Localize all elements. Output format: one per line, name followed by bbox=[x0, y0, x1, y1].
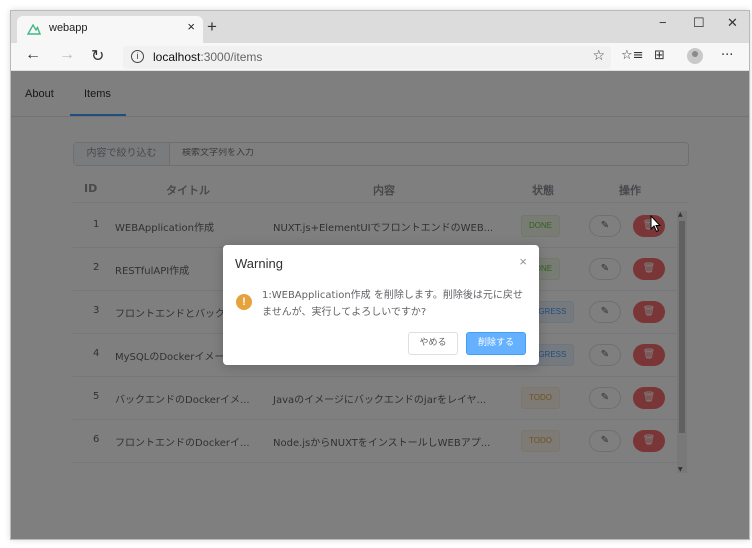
more-icon[interactable]: ··· bbox=[721, 48, 733, 63]
nuxt-favicon-icon bbox=[27, 23, 41, 35]
window-close-icon[interactable]: ✕ bbox=[727, 15, 738, 31]
dialog-close-icon[interactable]: × bbox=[519, 254, 527, 269]
tab-close-icon[interactable]: × bbox=[187, 19, 195, 34]
refresh-icon[interactable]: ↻ bbox=[91, 46, 104, 66]
confirm-delete-button[interactable]: 削除する bbox=[466, 332, 526, 355]
mouse-cursor-icon bbox=[650, 215, 662, 233]
address-bar: ← → ↻ i localhost:3000/items ☆ ☆≡ ⊞ ··· bbox=[11, 43, 749, 71]
collections-icon[interactable]: ⊞ bbox=[654, 48, 665, 63]
favorites-list-icon[interactable]: ☆≡ bbox=[621, 48, 644, 63]
maximize-icon[interactable]: ☐ bbox=[693, 15, 705, 31]
dialog-message: 1:WEBApplication作成 を削除します。削除後は元に戻せませんが、実… bbox=[262, 290, 523, 318]
url-text[interactable]: localhost:3000/items bbox=[153, 50, 262, 64]
profile-avatar[interactable] bbox=[687, 48, 703, 64]
back-icon[interactable]: ← bbox=[25, 46, 41, 64]
cancel-button[interactable]: やめる bbox=[408, 332, 458, 355]
browser-tab[interactable]: webapp × bbox=[17, 16, 203, 43]
dialog-title: Warning bbox=[235, 256, 283, 271]
favorite-star-icon[interactable]: ☆ bbox=[592, 48, 605, 64]
new-tab-icon[interactable]: + bbox=[207, 17, 217, 37]
url-box[interactable]: i localhost:3000/items ☆ bbox=[123, 46, 611, 69]
info-icon[interactable]: i bbox=[131, 50, 144, 63]
browser-window: webapp × + − ☐ ✕ ← → ↻ i localhost:3000/… bbox=[10, 10, 750, 540]
warning-dialog: Warning × ! 1:WEBApplication作成 を削除します。削除… bbox=[223, 245, 539, 365]
title-bar: webapp × + − ☐ ✕ bbox=[11, 11, 749, 43]
warning-icon: ! bbox=[236, 294, 252, 310]
tab-title: webapp bbox=[49, 22, 88, 34]
forward-icon[interactable]: → bbox=[59, 46, 75, 64]
minimize-icon[interactable]: − bbox=[659, 15, 667, 30]
